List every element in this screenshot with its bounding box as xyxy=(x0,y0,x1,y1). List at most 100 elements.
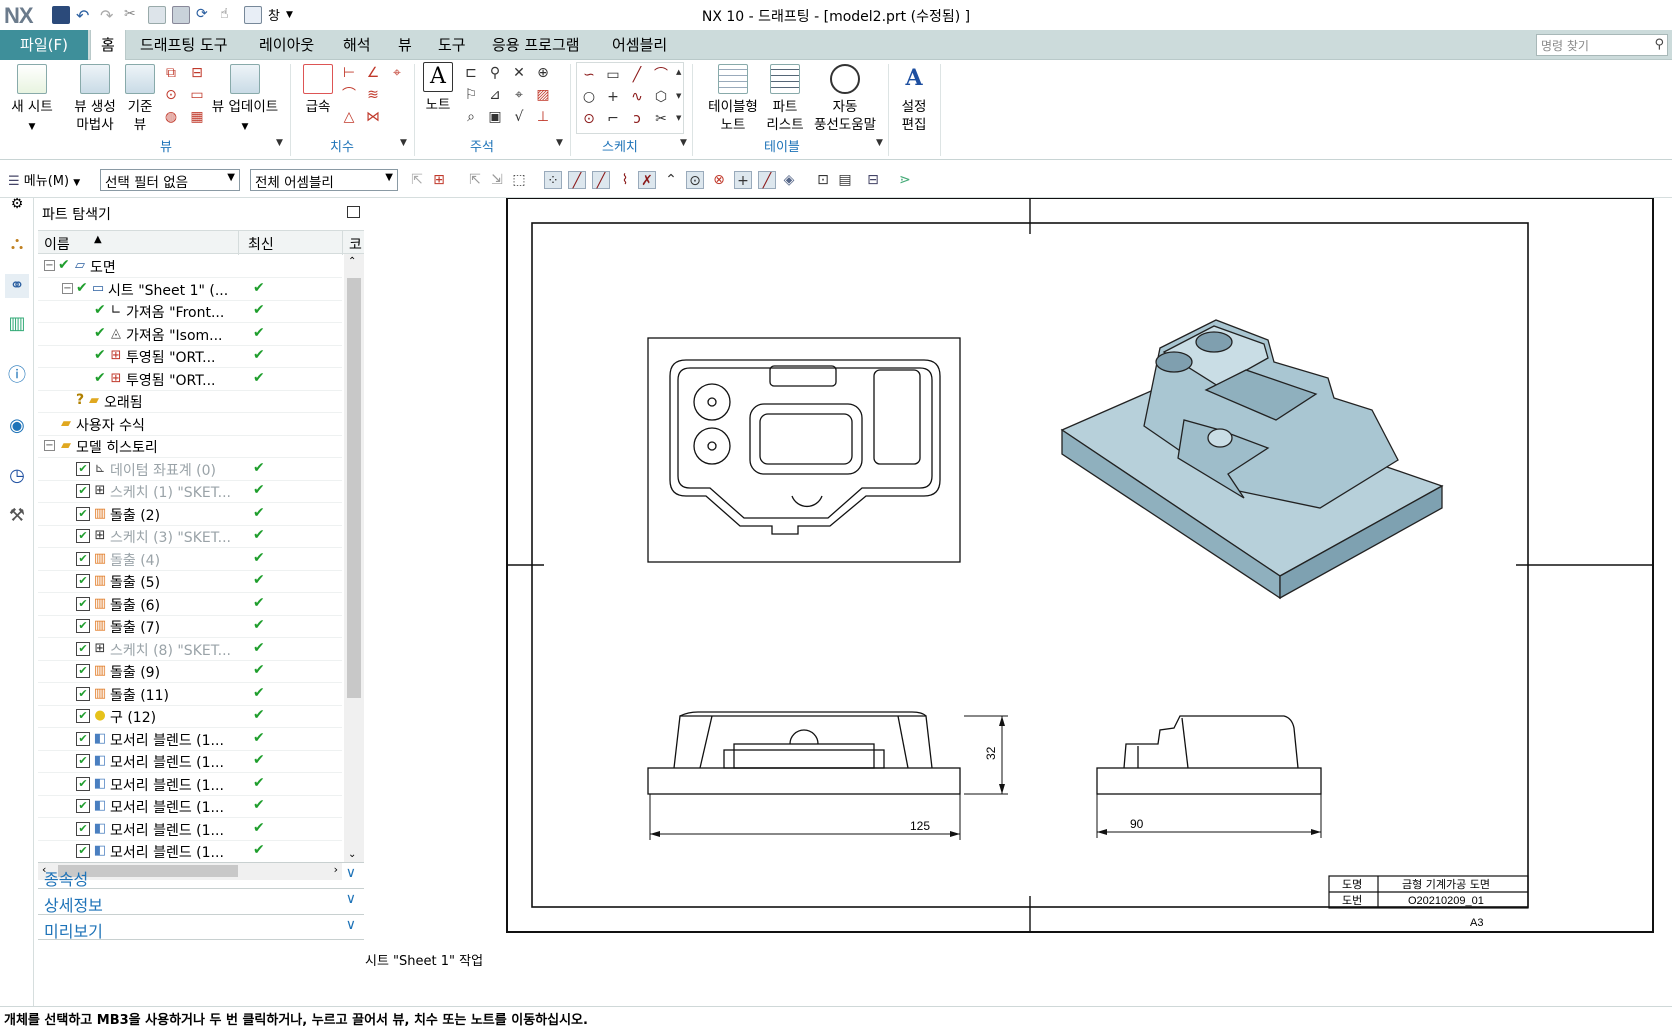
new-sheet-button[interactable]: 새 시트 ▼ xyxy=(6,64,58,136)
fillet-icon[interactable]: ⌐ xyxy=(604,110,622,128)
command-finder-input[interactable]: 명령 찾기 xyxy=(1536,34,1668,56)
line-icon[interactable]: ╱ xyxy=(628,66,646,84)
visibility-checkbox[interactable]: ✔ xyxy=(76,754,90,768)
hd3d-tools-icon[interactable]: ⓘ xyxy=(5,364,29,388)
search-icon[interactable]: ⚲ xyxy=(1654,37,1664,52)
tree-row[interactable]: ✔ ● 구 (12) ✔ xyxy=(38,704,342,728)
quadrant-icon[interactable]: ⊗ xyxy=(710,171,728,189)
tree-row[interactable]: ✔ ⊞ 스케치 (1) "SKET... ✔ xyxy=(38,479,342,503)
surface-finish-icon[interactable]: ⊿ xyxy=(486,86,504,104)
base-view-button[interactable]: 기준 뷰 xyxy=(122,64,158,134)
gallery-scroll-down[interactable]: ▼ xyxy=(676,92,681,100)
profile-icon[interactable]: ∽ xyxy=(580,66,598,84)
trim-icon[interactable]: ✂ xyxy=(652,110,670,128)
tab-analysis[interactable]: 해석 xyxy=(333,30,381,60)
tree-row[interactable]: ✔ ◧ 모서리 블렌드 (1... ✔ xyxy=(38,772,342,796)
arc-icon[interactable]: ⌒ xyxy=(652,66,670,84)
snap-point-icon[interactable]: ⁘ xyxy=(544,171,562,189)
tree-row[interactable]: ✔ ▥ 돌출 (4) ✔ xyxy=(38,547,342,571)
tree-row[interactable]: − ▰ 모델 히스토리 xyxy=(38,434,342,458)
note-button[interactable]: A 노트 xyxy=(420,62,456,114)
visibility-checkbox[interactable]: ✔ xyxy=(76,664,90,678)
weld-symbol-icon[interactable]: ⌖ xyxy=(510,86,528,104)
visibility-checkbox[interactable]: ✔ xyxy=(76,619,90,633)
visibility-checkbox[interactable]: ✔ xyxy=(76,461,90,476)
visibility-checkbox[interactable]: ✔ xyxy=(76,776,90,791)
feature-control-icon[interactable]: ⊏ xyxy=(462,64,480,82)
hatch-icon[interactable]: ▨ xyxy=(534,86,552,104)
tree-row[interactable]: ✔ ◧ 모서리 블렌드 (1... ✔ xyxy=(38,817,342,841)
visibility-checkbox[interactable]: ✔ xyxy=(76,709,90,723)
curve-icon[interactable]: ⌇ xyxy=(616,171,634,189)
type-filter-icon[interactable]: ⊞ xyxy=(430,171,448,189)
point-icon[interactable]: + xyxy=(604,88,622,106)
tree-row[interactable]: ✔ ⊞ 투영됨 "ORT... ✔ xyxy=(38,367,342,391)
tab-tools[interactable]: 도구 xyxy=(428,30,476,60)
end-point-icon[interactable]: ╱ xyxy=(568,171,586,189)
rectangle-select-icon[interactable]: ⬚ xyxy=(510,171,528,189)
gear-icon[interactable]: ⚙ xyxy=(5,192,29,216)
ellipse-icon[interactable]: ⊙ xyxy=(580,110,598,128)
stamp-icon[interactable]: ⊥ xyxy=(534,108,552,126)
scroll-up-icon[interactable]: ⌃ xyxy=(348,256,356,267)
front-view[interactable] xyxy=(647,711,961,795)
circle-icon[interactable]: ○ xyxy=(580,88,598,106)
check-mark-icon[interactable]: √ xyxy=(510,108,528,126)
wcs-icon[interactable]: ⋗ xyxy=(896,171,914,189)
tree-row[interactable]: ✔ ◧ 모서리 블렌드 (1... ✔ xyxy=(38,727,342,751)
dimensions[interactable] xyxy=(649,715,1322,840)
roles-icon[interactable]: ⚒ xyxy=(5,504,29,528)
tree-row[interactable]: ✔ ▥ 돌출 (11) ✔ xyxy=(38,682,342,706)
column-header-latest[interactable]: 최신 xyxy=(248,234,274,254)
intersection-icon[interactable]: ✗ xyxy=(638,171,656,189)
broken-out-icon[interactable]: ◍ xyxy=(162,108,180,126)
break-view-icon[interactable]: ▭ xyxy=(188,86,206,104)
part-navigator-icon[interactable]: ⚭ xyxy=(5,274,29,298)
target-point-icon[interactable]: ✕ xyxy=(510,64,528,82)
view-creation-wizard-button[interactable]: 뷰 생성 마법사 xyxy=(70,64,120,134)
tree-row[interactable]: ✔ ⊾ 데이텀 좌표계 (0) ✔ xyxy=(38,457,342,481)
deselect-icon[interactable]: ⇲ xyxy=(488,171,506,189)
tree-row[interactable]: − ✔ ▱ 도면 xyxy=(38,254,342,278)
group-table-dropdown[interactable]: ▼ xyxy=(876,138,883,148)
tree-row[interactable]: ✔ ⊞ 스케치 (3) "SKET... ✔ xyxy=(38,524,342,548)
dimension-text-height[interactable]: 32 xyxy=(984,746,998,760)
picture-icon[interactable]: ▣ xyxy=(486,108,504,126)
history-icon[interactable]: ◷ xyxy=(5,464,29,488)
pointer-icon[interactable]: ⇱ xyxy=(408,171,426,189)
balloon-icon[interactable]: ⚐ xyxy=(462,86,480,104)
tree-row[interactable]: ? ▰ 오래됨 xyxy=(38,389,342,413)
visibility-checkbox[interactable]: ✔ xyxy=(76,731,90,746)
tree-row[interactable]: ✔ ⊞ 투영됨 "ORT... ✔ xyxy=(38,344,342,368)
general-selection-icon[interactable]: ⇱ xyxy=(466,171,484,189)
visibility-checkbox[interactable]: ✔ xyxy=(76,506,90,521)
parts-list-button[interactable]: 파트 리스트 xyxy=(764,64,806,134)
collapse-toggle[interactable]: − xyxy=(44,440,55,451)
tree-row[interactable]: ✔ ◬ 가져옴 "Isom... ✔ xyxy=(38,322,342,346)
tree-row[interactable]: ✔ ▥ 돌출 (6) ✔ xyxy=(38,592,342,616)
tree-row[interactable]: ▰ 사용자 수식 xyxy=(38,412,342,436)
gallery-scroll-up[interactable]: ▲ xyxy=(676,68,681,76)
tabular-note-button[interactable]: 테이블형 노트 xyxy=(702,64,764,134)
bounded-grid-icon[interactable]: ◈ xyxy=(780,171,798,189)
tangent-icon[interactable]: ⌃ xyxy=(662,171,680,189)
point-on-curve-icon[interactable]: + xyxy=(734,171,752,189)
top-view[interactable] xyxy=(647,337,961,563)
gallery-expand[interactable]: ▼ xyxy=(676,114,681,122)
visibility-checkbox[interactable]: ✔ xyxy=(76,821,90,836)
projected-view-icon[interactable]: ⧉ xyxy=(162,64,180,82)
column-header-code[interactable]: 코 xyxy=(349,234,362,254)
centerline-icon[interactable]: ⊕ xyxy=(534,64,552,82)
section-view-icon[interactable]: ⊟ xyxy=(188,64,206,82)
column-divider[interactable] xyxy=(342,231,343,255)
drawing-sheet[interactable]: 125 90 32 도명 금형 기계가공 도면 도번 O20210209_01 … xyxy=(368,197,1672,1006)
visibility-checkbox[interactable]: ✔ xyxy=(76,641,90,656)
display-sheet-icon[interactable]: ⊡ xyxy=(814,171,832,189)
tab-layout[interactable]: 레이아웃 xyxy=(249,30,324,60)
view-fit-icon[interactable]: ▤ xyxy=(836,171,854,189)
visibility-checkbox[interactable]: ✔ xyxy=(76,799,90,813)
tree-row[interactable]: ✔ ▥ 돌출 (9) ✔ xyxy=(38,659,342,683)
group-sketch-dropdown[interactable]: ▼ xyxy=(680,138,687,148)
detail-view-icon[interactable]: ⊙ xyxy=(162,86,180,104)
tree-row[interactable]: ✔ ◧ 모서리 블렌드 (1... ✔ xyxy=(38,794,342,818)
